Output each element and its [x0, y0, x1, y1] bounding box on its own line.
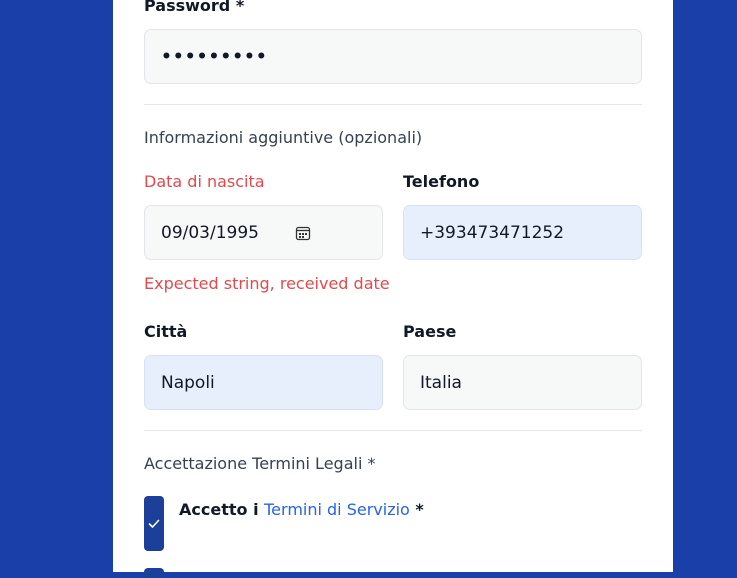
second-checkbox[interactable]	[144, 568, 164, 578]
terms-prefix: Accetto i	[179, 500, 259, 519]
city-label: Città	[144, 322, 188, 341]
password-field[interactable]: •••••••••	[144, 29, 642, 84]
password-value: •••••••••	[161, 46, 268, 67]
phone-field[interactable]: +393473471252	[403, 205, 642, 260]
birthdate-value: 09/03/1995	[161, 222, 259, 243]
terms-checkbox[interactable]	[144, 496, 164, 551]
terms-required-marker: *	[415, 500, 424, 519]
calendar-icon[interactable]	[295, 225, 311, 241]
legal-terms-title: Accettazione Termini Legali *	[144, 454, 376, 473]
country-field[interactable]: Italia	[403, 355, 642, 410]
birthdate-field[interactable]: 09/03/1995	[144, 205, 383, 260]
terms-of-service-link[interactable]: Termini di Servizio	[264, 500, 410, 519]
divider	[144, 430, 642, 431]
city-field[interactable]: Napoli	[144, 355, 383, 410]
check-icon	[148, 519, 160, 528]
additional-info-title: Informazioni aggiuntive (opzionali)	[144, 128, 423, 147]
phone-label: Telefono	[403, 172, 480, 191]
divider	[144, 104, 642, 105]
country-value: Italia	[420, 372, 462, 393]
phone-value: +393473471252	[420, 222, 565, 243]
birthdate-label: Data di nascita	[144, 172, 265, 191]
terms-label: Accetto i Termini di Servizio *	[179, 500, 424, 519]
password-label: Password *	[144, 0, 245, 15]
birthdate-error-message: Expected string, received date	[144, 274, 390, 293]
city-value: Napoli	[161, 372, 215, 393]
registration-card: Password * ••••••••• Informazioni aggiun…	[113, 0, 673, 578]
country-label: Paese	[403, 322, 457, 341]
